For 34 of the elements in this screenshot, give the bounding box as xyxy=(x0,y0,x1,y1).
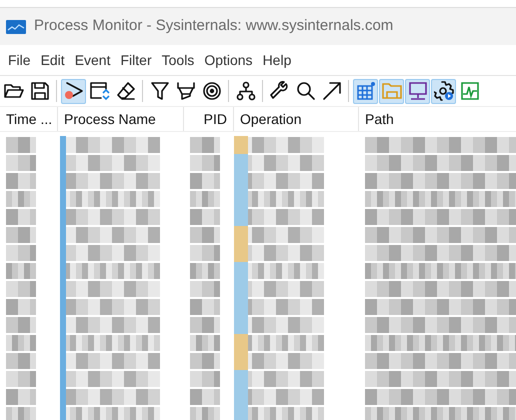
filter-icon xyxy=(150,81,170,101)
column-header[interactable]: PID xyxy=(184,107,234,131)
toolbar-button[interactable] xyxy=(405,78,430,104)
arrow-icon xyxy=(322,81,342,101)
folder-icon xyxy=(4,82,24,100)
menu-item[interactable]: Help xyxy=(258,50,296,70)
menu-item[interactable]: Filter xyxy=(116,50,156,70)
menu-item[interactable]: File xyxy=(4,50,35,70)
grid-icon xyxy=(356,81,376,101)
save-icon xyxy=(30,81,50,101)
monitor-icon xyxy=(408,81,428,101)
target-icon xyxy=(202,81,222,101)
column-header[interactable]: Path xyxy=(359,107,516,131)
chart-icon xyxy=(460,81,480,101)
marker-icon xyxy=(176,81,196,101)
record-play-icon xyxy=(62,81,84,101)
menu-item[interactable]: Tools xyxy=(158,50,198,70)
process-tree-icon xyxy=(236,81,256,101)
wrench-icon xyxy=(270,81,290,101)
toolbar-button[interactable] xyxy=(61,78,86,104)
column-header[interactable]: Operation xyxy=(234,107,359,131)
app-logo-icon xyxy=(6,20,26,34)
eraser-icon xyxy=(116,81,136,101)
window-scroll-icon xyxy=(88,81,110,101)
menu-item[interactable]: Event xyxy=(70,50,114,70)
search-icon xyxy=(296,81,316,101)
menu-item[interactable]: Edit xyxy=(36,50,69,70)
column-header[interactable]: Time ... xyxy=(0,107,58,131)
column-header[interactable]: Process Name xyxy=(58,107,184,131)
menu-item[interactable]: Options xyxy=(200,50,257,70)
gear-icon xyxy=(434,81,454,101)
toolbar-button[interactable] xyxy=(431,78,456,104)
window-title: Process Monitor - Sysinternals: www.sysinternals.com xyxy=(34,16,394,36)
folder-icon xyxy=(382,82,402,100)
